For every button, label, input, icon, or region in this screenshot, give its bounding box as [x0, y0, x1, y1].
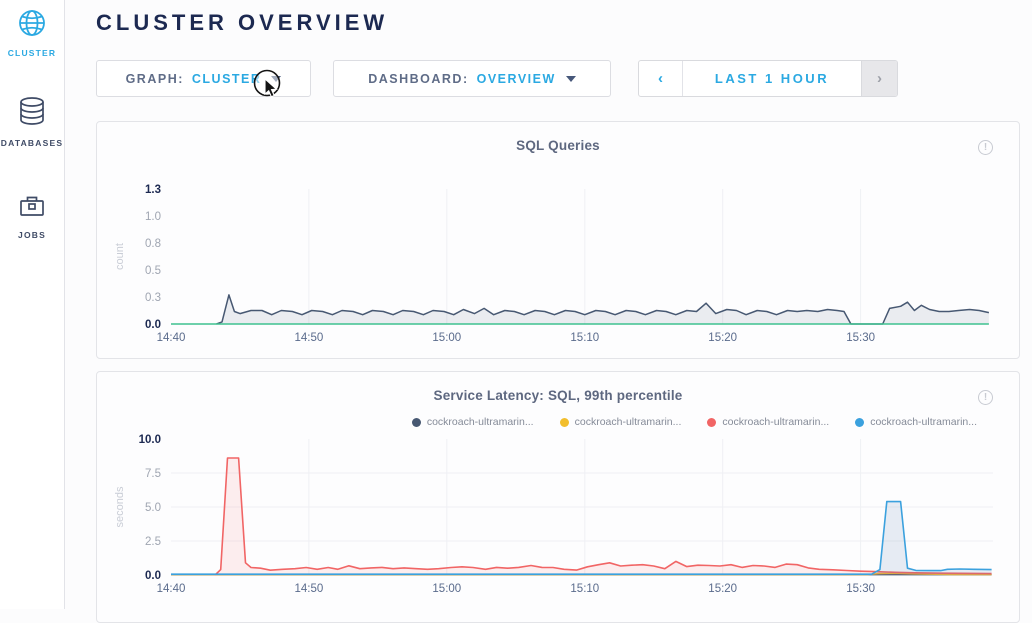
- svg-text:0.0: 0.0: [145, 319, 161, 331]
- svg-text:seconds: seconds: [114, 486, 126, 527]
- database-icon: [17, 115, 47, 132]
- sql-queries-panel: SQL Queries ! 14:4014:5015:0015:1015:201…: [96, 121, 1020, 359]
- sidebar: CLUSTER DATABASES JOBS: [0, 0, 65, 609]
- chart-title: Service Latency: SQL, 99th percentile: [97, 372, 1019, 403]
- globe-icon: [17, 25, 47, 42]
- svg-text:7.5: 7.5: [145, 468, 161, 480]
- time-range-prev-button[interactable]: ‹: [639, 61, 683, 96]
- info-icon[interactable]: !: [978, 140, 993, 155]
- graph-dropdown[interactable]: GRAPH: CLUSTER: [96, 60, 311, 97]
- svg-text:0.5: 0.5: [145, 265, 161, 277]
- svg-text:0.8: 0.8: [145, 238, 161, 250]
- sidebar-item-label: DATABASES: [0, 138, 64, 148]
- sidebar-item-label: JOBS: [0, 230, 64, 240]
- svg-text:15:10: 15:10: [570, 583, 599, 595]
- legend-label: cockroach-ultramarin...: [427, 416, 534, 428]
- chevron-down-icon: [566, 76, 576, 82]
- svg-text:count: count: [114, 243, 126, 270]
- svg-text:14:50: 14:50: [295, 583, 324, 595]
- svg-text:15:30: 15:30: [846, 332, 875, 344]
- svg-text:15:10: 15:10: [570, 332, 599, 344]
- legend-dot-icon: [560, 418, 569, 427]
- legend-dot-icon: [855, 418, 864, 427]
- legend-item[interactable]: cockroach-ultramarin...: [707, 416, 829, 428]
- legend-label: cockroach-ultramarin...: [870, 416, 977, 428]
- svg-text:14:50: 14:50: [295, 332, 324, 344]
- dashboard-dropdown[interactable]: DASHBOARD: OVERVIEW: [333, 60, 611, 97]
- briefcase-icon: [18, 207, 46, 224]
- legend-item[interactable]: cockroach-ultramarin...: [412, 416, 534, 428]
- chevron-down-icon: [271, 76, 281, 82]
- info-icon[interactable]: !: [978, 390, 993, 405]
- sidebar-item-label: CLUSTER: [0, 48, 64, 58]
- svg-text:0.0: 0.0: [145, 570, 161, 582]
- svg-text:14:40: 14:40: [157, 332, 186, 344]
- svg-text:10.0: 10.0: [139, 434, 161, 446]
- svg-text:5.0: 5.0: [145, 502, 161, 514]
- svg-text:1.0: 1.0: [145, 211, 161, 223]
- service-latency-chart: 14:40 14:50 15:00 15:10 15:20 15:30 10.0 7.5 5.0…: [99, 429, 1015, 609]
- svg-text:0.3: 0.3: [145, 292, 161, 304]
- time-range-label[interactable]: LAST 1 HOUR: [683, 61, 861, 96]
- chart-legend: cockroach-ultramarin... cockroach-ultrama…: [412, 416, 977, 428]
- time-range-selector: ‹ LAST 1 HOUR ›: [638, 60, 898, 97]
- legend-item[interactable]: cockroach-ultramarin...: [560, 416, 682, 428]
- service-latency-panel: Service Latency: SQL, 99th percentile ! …: [96, 371, 1020, 623]
- time-range-next-button[interactable]: ›: [861, 61, 897, 96]
- svg-text:15:20: 15:20: [708, 583, 737, 595]
- svg-text:2.5: 2.5: [145, 536, 161, 548]
- graph-dropdown-value: CLUSTER: [192, 72, 262, 86]
- svg-text:1.3: 1.3: [145, 184, 161, 196]
- svg-text:15:00: 15:00: [432, 583, 461, 595]
- legend-dot-icon: [412, 418, 421, 427]
- sidebar-item-databases[interactable]: DATABASES: [0, 88, 64, 148]
- sql-queries-chart: 14:40 14:50 15:00 15:10 15:20 15:30 1.3 1.0 0.8 0…: [99, 171, 1015, 361]
- chart-title: SQL Queries: [97, 122, 1019, 153]
- page-title: CLUSTER OVERVIEW: [96, 10, 388, 36]
- graph-dropdown-label: GRAPH:: [126, 72, 184, 86]
- dashboard-dropdown-value: OVERVIEW: [477, 72, 556, 86]
- svg-text:15:30: 15:30: [846, 583, 875, 595]
- svg-text:15:00: 15:00: [432, 332, 461, 344]
- svg-text:15:20: 15:20: [708, 332, 737, 344]
- svg-text:14:40: 14:40: [157, 583, 186, 595]
- legend-dot-icon: [707, 418, 716, 427]
- legend-item[interactable]: cockroach-ultramarin...: [855, 416, 977, 428]
- legend-label: cockroach-ultramarin...: [575, 416, 682, 428]
- sidebar-item-cluster[interactable]: CLUSTER: [0, 0, 64, 58]
- dashboard-dropdown-label: DASHBOARD:: [368, 72, 468, 86]
- legend-label: cockroach-ultramarin...: [722, 416, 829, 428]
- sidebar-item-jobs[interactable]: JOBS: [0, 184, 64, 240]
